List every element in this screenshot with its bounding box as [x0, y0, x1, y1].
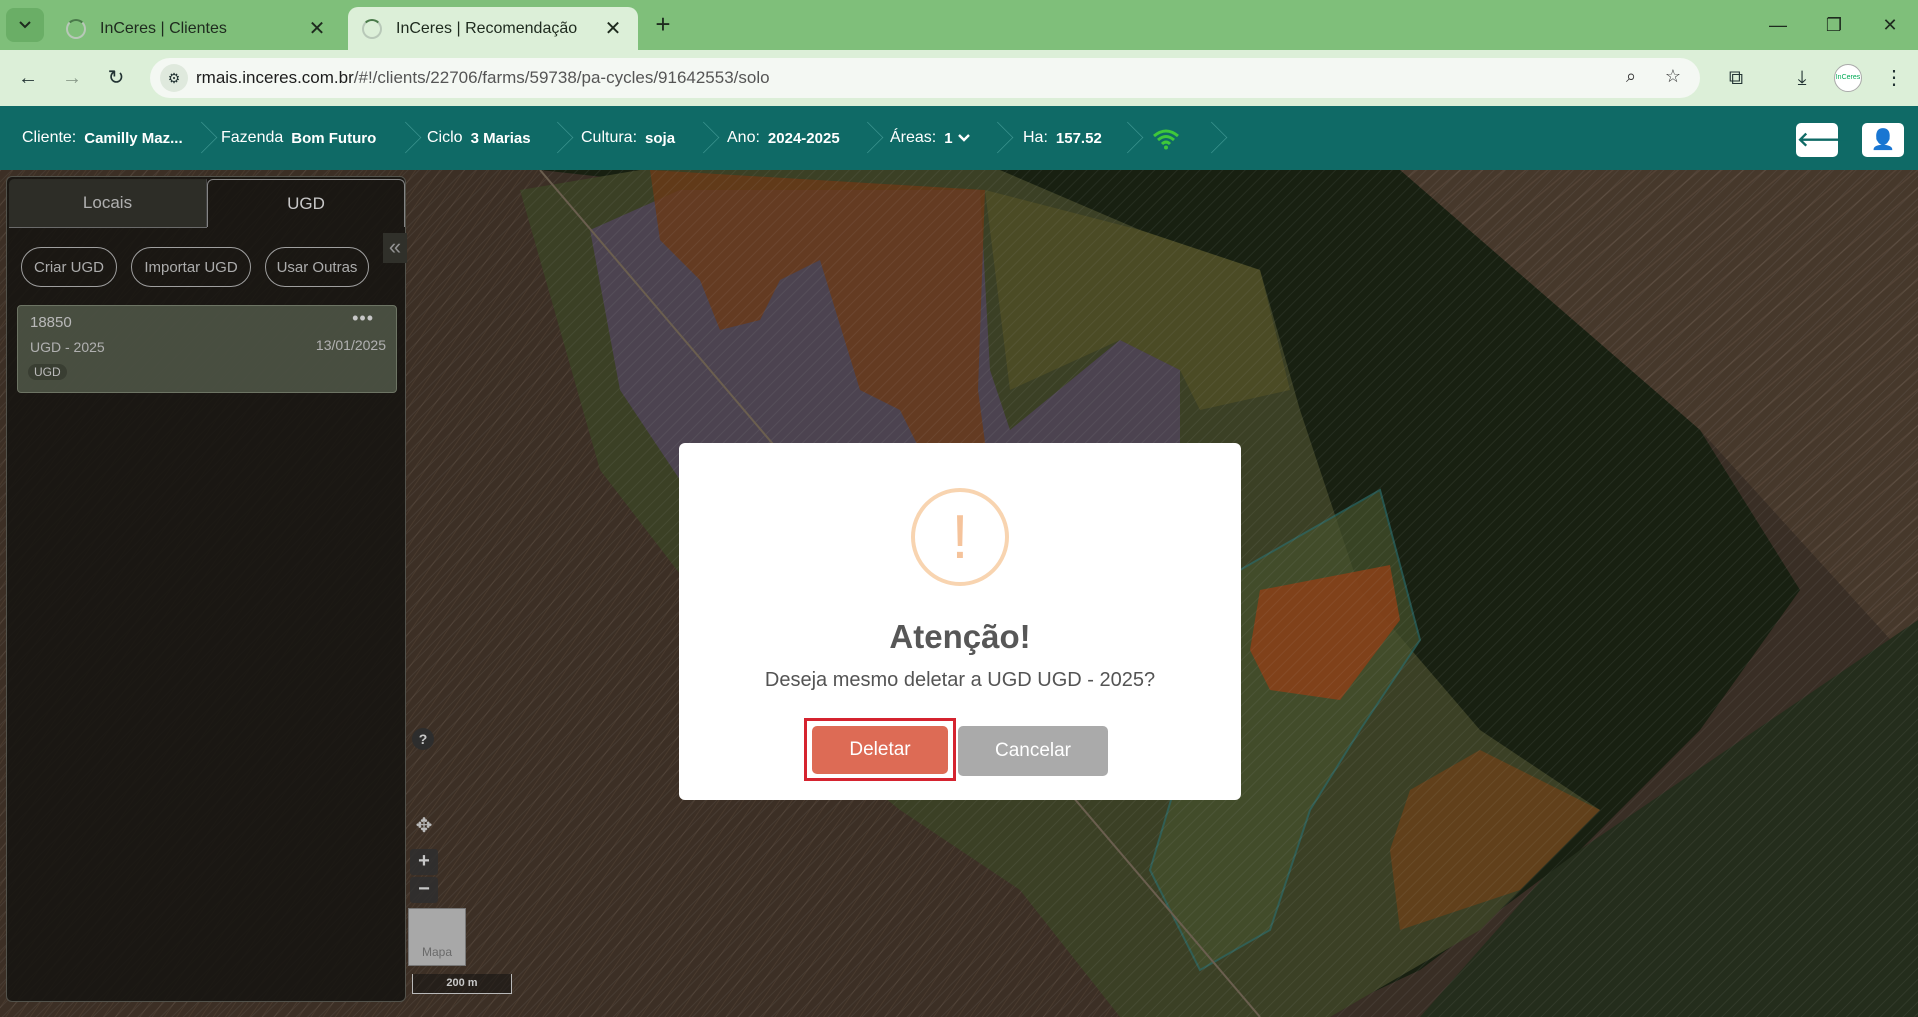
dialog-message: Deseja mesmo deletar a UGD UGD - 2025? [764, 669, 1156, 691]
back-button[interactable]: 🡐 [1796, 123, 1851, 157]
crumb-label: Áreas: [890, 129, 937, 146]
crumb-label: Ciclo [427, 129, 463, 146]
forward-icon[interactable]: → [56, 62, 88, 94]
warning-icon: ! [911, 488, 1009, 586]
delete-button[interactable]: Deletar [812, 726, 948, 774]
reload-icon[interactable]: ↻ [100, 62, 132, 94]
crumb-value: Camilly Maz... [84, 129, 183, 147]
zoom-icon[interactable]: ⌕ [1618, 66, 1644, 92]
loading-icon [362, 18, 382, 39]
tab-title: InCeres | Recomendação [396, 19, 578, 37]
crumb-value: 2024-2025 [767, 129, 840, 147]
close-icon[interactable]: ✕ [602, 16, 624, 41]
new-tab-button[interactable]: + [648, 10, 678, 40]
breadcrumb-separator [852, 106, 872, 170]
crumb-label: Cultura: [581, 129, 638, 146]
crumb-ha: Ha: 157.52 [1023, 106, 1102, 170]
cancel-button[interactable]: Cancelar [958, 726, 1108, 776]
crumb-value: 1 [944, 129, 953, 147]
browser-tab-bar: InCeres | Clientes ✕ InCeres | Recomenda… [0, 0, 1918, 50]
confirm-dialog: ! Atenção! Deseja mesmo deletar a UGD UG… [679, 443, 1241, 800]
crumb-label: Ano: [727, 129, 760, 146]
minimize-button[interactable]: — [1758, 10, 1798, 40]
loading-icon [66, 18, 86, 39]
dialog-title: Atenção! [889, 618, 1031, 655]
crumb-value: Bom Futuro [291, 129, 377, 147]
breadcrumb-separator [1112, 106, 1132, 170]
tab-clientes[interactable]: InCeres | Clientes ✕ [52, 7, 342, 50]
url-input[interactable]: ⚙ rmais.inceres.com.br/#!/clients/22706/… [150, 58, 1700, 98]
crumb-value: 3 Marias [470, 129, 531, 147]
crumb-ciclo[interactable]: Ciclo 3 Marias [427, 106, 531, 170]
crumb-label: Cliente: [22, 129, 77, 146]
chevron-down-icon [19, 21, 31, 29]
chevron-down-icon [957, 134, 970, 142]
url-text[interactable]: rmais.inceres.com.br/#!/clients/22706/fa… [196, 68, 770, 88]
extensions-icon[interactable]: ⧉ [1720, 62, 1752, 94]
tab-title: InCeres | Clientes [100, 19, 227, 37]
breadcrumb-separator [982, 106, 1002, 170]
user-button[interactable]: 👤 [1862, 123, 1904, 157]
breadcrumb-separator [1196, 106, 1216, 170]
breadcrumb-separator [390, 106, 410, 170]
wifi-icon [1153, 129, 1179, 150]
profile-avatar[interactable]: InCeres [1834, 64, 1862, 92]
url-host: rmais.inceres.com.br [196, 68, 354, 87]
crumb-label: Fazenda [221, 129, 284, 146]
address-bar: ← → ↻ ⚙ rmais.inceres.com.br/#!/clients/… [0, 50, 1918, 106]
download-icon[interactable]: ⤓ [1786, 62, 1818, 94]
menu-kebab-icon[interactable]: ⋮ [1878, 62, 1910, 94]
tab-list-button[interactable] [6, 8, 44, 42]
crumb-label: Ha: [1023, 129, 1048, 146]
app-header: Cliente: Camilly Maz... Fazenda Bom Futu… [0, 106, 1918, 170]
crumb-cliente[interactable]: Cliente: Camilly Maz... [22, 106, 183, 170]
back-icon[interactable]: ← [12, 62, 44, 94]
tab-recomendacao[interactable]: InCeres | Recomendação ✕ [348, 7, 638, 50]
breadcrumb-separator [186, 106, 206, 170]
close-icon[interactable]: ✕ [306, 16, 328, 41]
url-path: /#!/clients/22706/farms/59738/pa-cycles/… [353, 68, 770, 87]
bookmark-star-icon[interactable]: ☆ [1660, 66, 1686, 92]
site-info-icon[interactable]: ⚙ [160, 64, 188, 92]
crumb-value: soja [645, 129, 676, 147]
restore-button[interactable]: ❐ [1814, 10, 1854, 40]
crumb-areas[interactable]: Áreas: 1 [890, 106, 971, 170]
warning-glyph: ! [951, 503, 969, 572]
close-window-button[interactable]: ✕ [1870, 10, 1910, 40]
crumb-value: 157.52 [1055, 129, 1102, 147]
breadcrumb-separator [542, 106, 562, 170]
breadcrumb-separator [688, 106, 708, 170]
crumb-cultura[interactable]: Cultura: soja [581, 106, 675, 170]
crumb-ano[interactable]: Ano: 2024-2025 [727, 106, 840, 170]
crumb-fazenda[interactable]: Fazenda Bom Futuro [221, 106, 376, 170]
